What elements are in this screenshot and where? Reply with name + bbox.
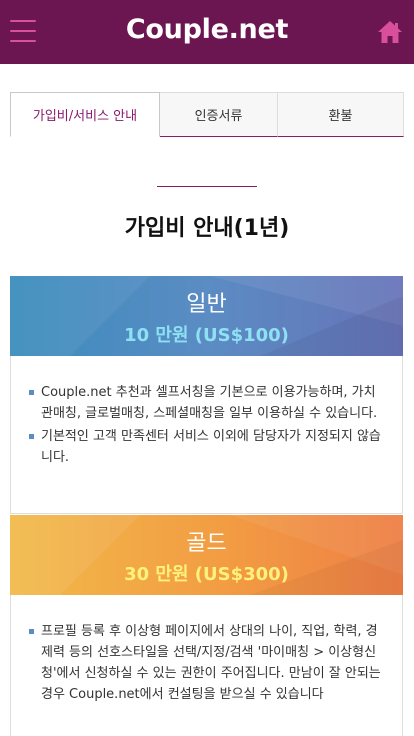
section-title: 가입비 안내(1년) (124, 216, 290, 241)
title-divider (157, 186, 257, 187)
site-logo[interactable]: Couple.net (0, 14, 414, 45)
tab-fee-service-info[interactable]: 가입비/서비스 안내 (10, 92, 160, 137)
plan-name: 일반 (186, 292, 227, 317)
feature-item: 기본적인 고객 만족센터 서비스 이외에 담당자가 지정되지 않습니다. (29, 426, 382, 468)
feature-item: 프로필 등록 후 이상형 페이지에서 상대의 나이, 직업, 학력, 경제력 등… (29, 621, 382, 705)
tab-verification-documents[interactable]: 인증서류 (160, 92, 278, 137)
plan-general-body: Couple.net 추천과 셀프서칭을 기본으로 이용가능하며, 가치관매칭,… (10, 356, 403, 514)
plan-name: 골드 (186, 531, 227, 556)
tab-bar: 가입비/서비스 안내 인증서류 환불 (10, 92, 404, 137)
tab-refund[interactable]: 환불 (278, 92, 404, 137)
top-bar: Couple.net (0, 0, 414, 64)
feature-item: Couple.net 추천과 셀프서칭을 기본으로 이용가능하며, 가치관매칭,… (29, 382, 382, 424)
plan-general-header: 일반 10 만원 (US$100) (10, 276, 403, 356)
plan-gold-body: 프로필 등록 후 이상형 페이지에서 상대의 나이, 직업, 학력, 경제력 등… (10, 595, 403, 736)
plan-price: 10 만원 (US$100) (124, 325, 289, 346)
home-icon[interactable] (376, 18, 404, 46)
plan-gold-header: 골드 30 만원 (US$300) (10, 515, 403, 595)
plan-price: 30 만원 (US$300) (124, 564, 289, 585)
